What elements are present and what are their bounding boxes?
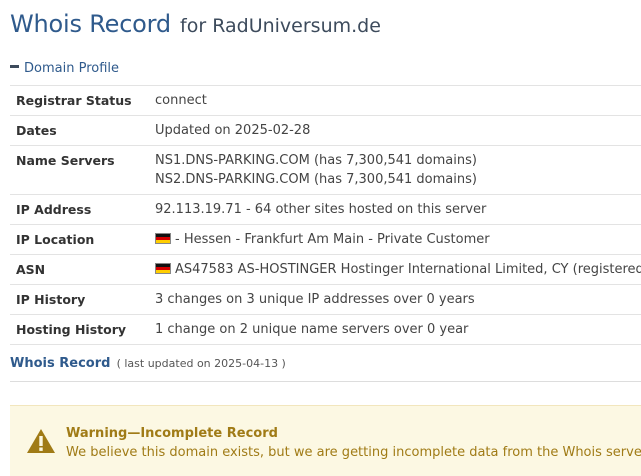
profile-row: Name Servers NS1.DNS-PARKING.COM (has 7,3…	[10, 145, 641, 195]
profile-value-line: 92.113.19.71 - 64 other sites hosted on …	[155, 202, 641, 217]
profile-row: IP Location - Hessen - Frankfurt Am Main …	[10, 224, 641, 255]
germany-flag-icon	[155, 233, 171, 244]
profile-value-line: NS1.DNS-PARKING.COM (has 7,300,541 domai…	[155, 151, 641, 170]
profile-row-label: Name Servers	[10, 145, 151, 195]
profile-value-text: 1 change on 2 unique name servers over 0…	[155, 322, 469, 337]
whois-record-updated: ( last updated on 2025-04-13 )	[116, 357, 286, 370]
domain-profile-title: Domain Profile	[24, 61, 119, 76]
minus-icon	[10, 65, 19, 68]
profile-row-value: 92.113.19.71 - 64 other sites hosted on …	[151, 194, 641, 225]
profile-row-value: AS47583 AS-HOSTINGER Hostinger Internati…	[151, 254, 641, 285]
profile-value-text: NS1.DNS-PARKING.COM (has 7,300,541 domai…	[155, 153, 477, 168]
profile-row: Hosting History 1 change on 2 unique name…	[10, 314, 641, 345]
profile-row: IP Address 92.113.19.71 - 64 other sites …	[10, 194, 641, 225]
profile-row-value: 3 changes on 3 unique IP addresses over …	[151, 284, 641, 315]
warning-box: Warning—Incomplete Record We believe thi…	[10, 405, 641, 476]
profile-row-value: 1 change on 2 unique name servers over 0…	[151, 314, 641, 345]
profile-row: IP History 3 changes on 3 unique IP addre…	[10, 284, 641, 315]
warning-title: Warning—Incomplete Record	[66, 426, 278, 441]
profile-row-value: NS1.DNS-PARKING.COM (has 7,300,541 domai…	[151, 145, 641, 195]
profile-row-value: - Hessen - Frankfurt Am Main - Private C…	[151, 224, 641, 255]
whois-record-title[interactable]: Whois Record	[10, 356, 110, 371]
profile-row: ASN AS47583 AS-HOSTINGER Hostinger Intern…	[10, 254, 641, 285]
profile-value-line: connect	[155, 93, 641, 108]
whois-record-header: Whois Record ( last updated on 2025-04-1…	[10, 356, 286, 371]
profile-value-text: 92.113.19.71 - 64 other sites hosted on …	[155, 202, 487, 217]
profile-value-line: 3 changes on 3 unique IP addresses over …	[155, 292, 641, 307]
profile-row-label: IP History	[10, 284, 151, 315]
page-title-main: Whois Record	[10, 10, 171, 38]
profile-value-line: - Hessen - Frankfurt Am Main - Private C…	[155, 232, 641, 247]
profile-row-label: Hosting History	[10, 314, 151, 345]
profile-value-text: AS47583 AS-HOSTINGER Hostinger Internati…	[175, 262, 641, 277]
profile-row: Registrar Status connect	[10, 85, 641, 116]
profile-value-text: Updated on 2025-02-28	[155, 123, 311, 138]
profile-row-value: Updated on 2025-02-28	[151, 115, 641, 146]
germany-flag-icon	[155, 263, 171, 274]
profile-row-label: Registrar Status	[10, 85, 151, 116]
profile-value-line: AS47583 AS-HOSTINGER Hostinger Internati…	[155, 262, 641, 277]
profile-value-text: connect	[155, 93, 207, 108]
warning-triangle-icon	[27, 429, 55, 453]
profile-value-line: Updated on 2025-02-28	[155, 123, 641, 138]
profile-value-line: NS2.DNS-PARKING.COM (has 7,300,541 domai…	[155, 170, 641, 189]
profile-value-text: - Hessen - Frankfurt Am Main - Private C…	[175, 232, 490, 247]
profile-row-label: IP Location	[10, 224, 151, 255]
profile-row: Dates Updated on 2025-02-28	[10, 115, 641, 146]
domain-profile-table: Registrar Status connect Dates Updated on 2…	[10, 85, 641, 345]
page-title-domain: for RadUniversum.de	[180, 15, 381, 37]
divider	[10, 381, 641, 382]
profile-value-text: 3 changes on 3 unique IP addresses over …	[155, 292, 475, 307]
domain-profile-toggle[interactable]: Domain Profile	[10, 61, 119, 76]
page-title: Whois Record for RadUniversum.de	[10, 10, 381, 38]
profile-value-line: 1 change on 2 unique name servers over 0…	[155, 322, 641, 337]
profile-row-label: Dates	[10, 115, 151, 146]
warning-message: We believe this domain exists, but we ar…	[66, 445, 641, 460]
profile-row-label: ASN	[10, 254, 151, 285]
profile-value-text: NS2.DNS-PARKING.COM (has 7,300,541 domai…	[155, 172, 477, 187]
profile-row-value: connect	[151, 85, 641, 116]
profile-row-label: IP Address	[10, 194, 151, 225]
